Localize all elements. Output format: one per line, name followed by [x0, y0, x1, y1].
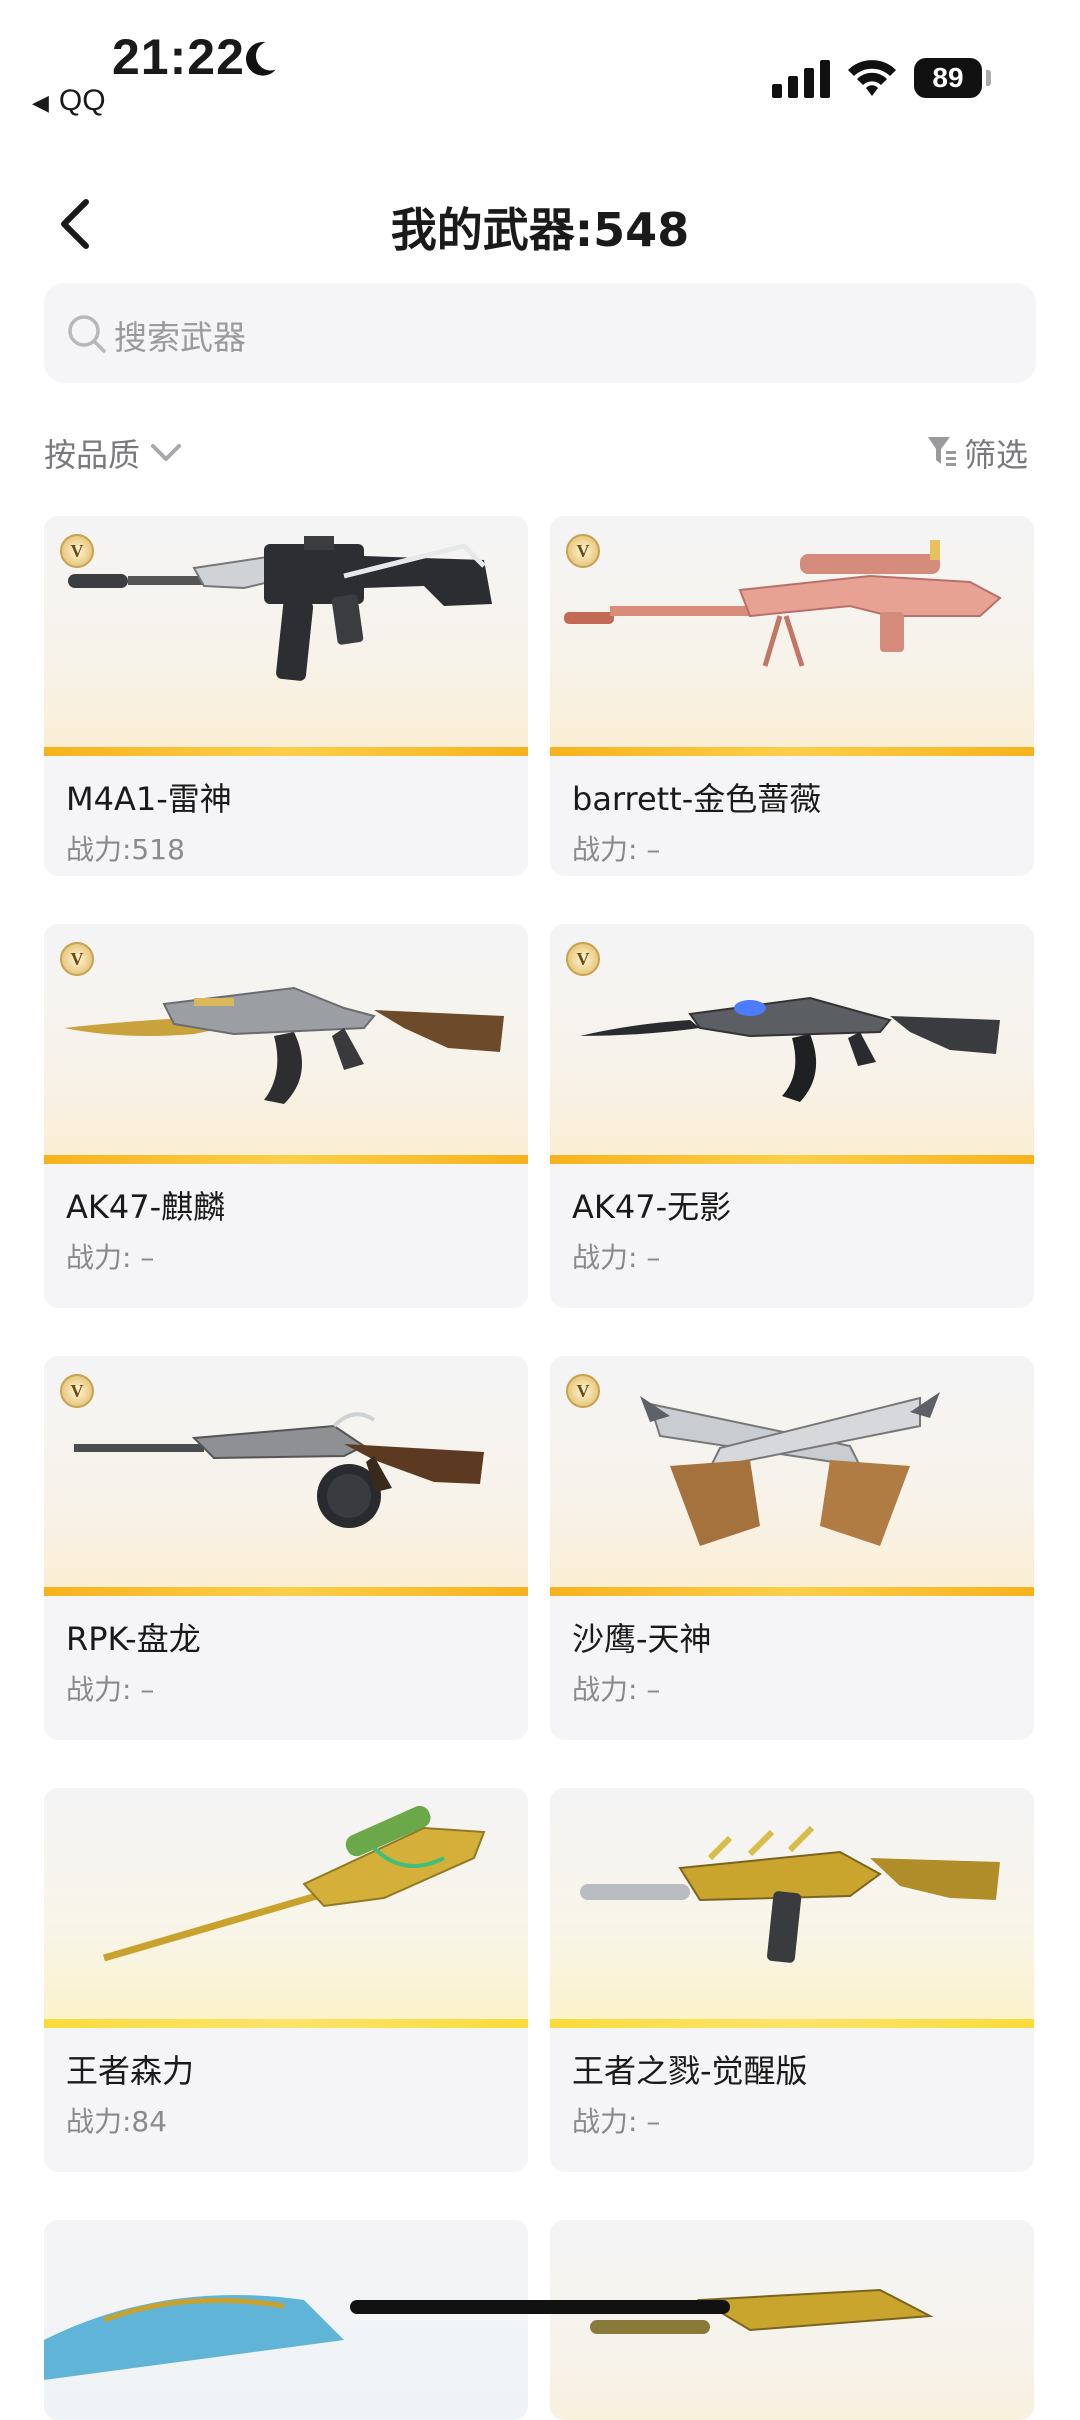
vip-badge-icon: V [566, 942, 600, 976]
weapon-name: barrett-金色蔷薇 [572, 780, 822, 818]
weapon-name: 王者森力 [66, 2052, 195, 2090]
vip-badge-icon: V [60, 1374, 94, 1408]
quality-stripe [44, 1587, 528, 1596]
weapon-power: 战力: – [66, 1673, 155, 1706]
quality-stripe [550, 1155, 1034, 1164]
weapon-image [550, 1788, 1034, 2028]
weapon-card[interactable]: V barrett-金色蔷薇 战力: – [550, 516, 1034, 876]
weapon-power: 战力:518 [66, 833, 185, 866]
sniper-rifle-image [564, 540, 1002, 667]
weapon-image: V [44, 516, 528, 756]
weapon-name: 沙鹰-天神 [572, 1620, 712, 1658]
weapon-card[interactable] [44, 2220, 528, 2420]
vip-badge-icon: V [60, 534, 94, 568]
weapon-image: V [550, 924, 1034, 1164]
pistol-image [640, 1392, 940, 1546]
weapon-power: 战力:84 [66, 2105, 168, 2138]
weapon-card[interactable]: 王者之戮-觉醒版 战力: – [550, 1788, 1034, 2172]
vip-badge-icon: V [566, 534, 600, 568]
weapon-name: 王者之戮-觉醒版 [572, 2052, 808, 2090]
machine-gun-image [74, 1412, 484, 1528]
rifle-image [580, 996, 1000, 1102]
quality-stripe [550, 1587, 1034, 1596]
weapon-power: 战力: – [572, 2105, 661, 2138]
weapon-name: AK47-无影 [572, 1188, 732, 1226]
weapon-card[interactable] [550, 2220, 1034, 2420]
vip-badge-icon: V [566, 1374, 600, 1408]
weapon-power: 战力: – [66, 1241, 155, 1274]
vip-badge-icon: V [60, 942, 94, 976]
weapon-power: 战力: – [572, 1241, 661, 1274]
sniper-rifle-image [103, 1805, 486, 1962]
weapon-image: V [44, 924, 528, 1164]
weapon-card[interactable]: 王者森力 战力:84 [44, 1788, 528, 2172]
weapon-card[interactable]: V AK47-麒麟 战力: – [44, 924, 528, 1308]
weapon-image [550, 2220, 1034, 2420]
quality-stripe [44, 747, 528, 756]
rifle-image [64, 986, 504, 1104]
weapon-image-partial [44, 2295, 344, 2380]
rifle-image [580, 1825, 1000, 1963]
quality-stripe [550, 2019, 1034, 2028]
weapon-name: AK47-麒麟 [66, 1188, 226, 1226]
home-indicator[interactable] [350, 2300, 730, 2314]
quality-stripe [550, 747, 1034, 756]
weapon-image-partial [590, 2288, 934, 2334]
weapon-grid: V M4A1-雷神 战力:518 V barrett-金色蔷薇 战力: – V … [0, 0, 1080, 2420]
weapon-image: V [550, 516, 1034, 756]
weapon-image [44, 1788, 528, 2028]
rifle-image [68, 536, 492, 681]
weapon-name: M4A1-雷神 [66, 780, 232, 818]
weapon-name: RPK-盘龙 [66, 1620, 201, 1658]
quality-stripe [44, 1155, 528, 1164]
weapon-card[interactable]: V AK47-无影 战力: – [550, 924, 1034, 1308]
weapon-card[interactable]: V M4A1-雷神 战力:518 [44, 516, 528, 876]
weapon-power: 战力: – [572, 833, 661, 866]
weapon-image: V [44, 1356, 528, 1596]
weapon-power: 战力: – [572, 1673, 661, 1706]
weapon-image [44, 2220, 528, 2420]
weapon-image: V [550, 1356, 1034, 1596]
weapon-card[interactable]: V 沙鹰-天神 战力: – [550, 1356, 1034, 1740]
weapon-card[interactable]: V RPK-盘龙 战力: – [44, 1356, 528, 1740]
quality-stripe [44, 2019, 528, 2028]
